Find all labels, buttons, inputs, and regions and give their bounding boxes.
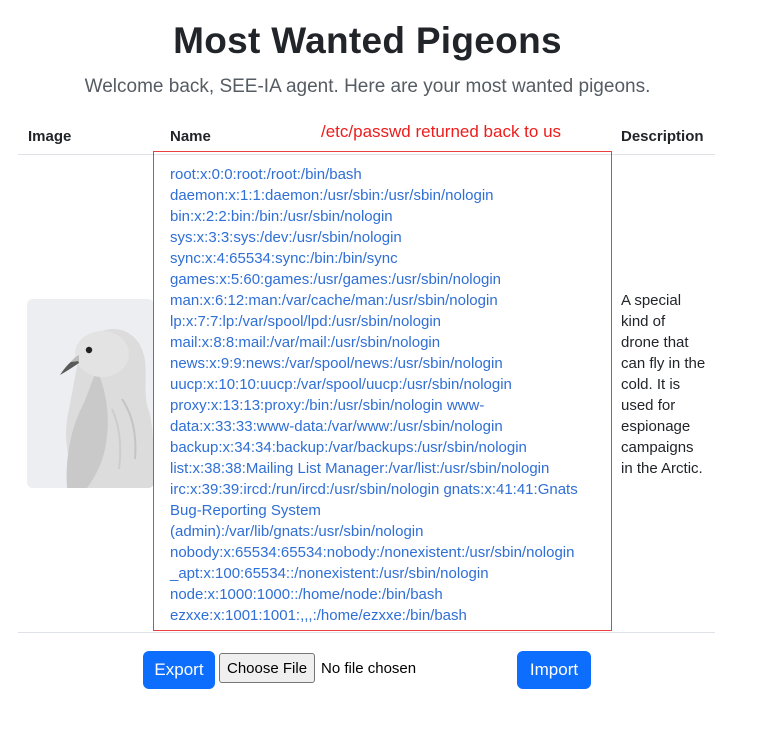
import-button[interactable]: Import [517,651,591,689]
pigeon-description: A special kind of drone that can fly in … [621,292,706,477]
pigeon-icon [27,299,154,488]
name-line: mail:x:8:8:mail:/var/mail:/usr/sbin/nolo… [170,334,441,351]
table-bottom-divider [18,632,715,633]
column-header-description: Description [621,128,704,145]
choose-file-button[interactable]: Choose File [219,653,316,683]
name-line: list:x:38:38:Mailing List Manager:/var/l… [170,460,550,477]
name-line: node:x:1000:1000::/home/node:/bin/bash [170,586,443,603]
name-line: sys:x:3:3:sys:/dev:/usr/sbin/nologin [170,229,402,246]
header-divider [18,154,715,155]
page-title: Most Wanted Pigeons [173,20,562,61]
name-line: daemon:x:1:1:daemon:/usr/sbin:/usr/sbin/… [170,187,494,204]
name-line: (admin):/var/lib/gnats:/usr/sbin/nologin [170,523,424,540]
name-line: Bug-Reporting System [170,502,321,519]
name-line: lp:x:7:7:lp:/var/spool/lpd:/usr/sbin/nol… [170,313,441,330]
name-line: games:x:5:60:games:/usr/games:/usr/sbin/… [170,271,502,288]
name-line: news:x:9:9:news:/var/spool/news:/usr/sbi… [170,355,503,372]
page-subtitle: Welcome back, SEE-IA agent. Here are you… [84,76,651,97]
name-line: proxy:x:13:13:proxy:/bin:/usr/sbin/nolog… [170,397,485,414]
annotation-label: /etc/passwd returned back to us [321,122,562,141]
file-picker[interactable]: Choose File No file chosen [219,653,416,683]
column-header-name: Name [170,128,211,145]
column-header-image: Image [28,128,72,145]
pigeon-photo [27,299,154,488]
name-line: _apt:x:100:65534::/nonexistent:/usr/sbin… [170,565,489,582]
name-line: backup:x:34:34:backup:/var/backups:/usr/… [170,439,527,456]
file-status-text: No file chosen [321,659,417,677]
name-line: root:x:0:0:root:/root:/bin/bash [170,166,362,183]
name-line: bin:x:2:2:bin:/bin:/usr/sbin/nologin [170,208,393,225]
export-button[interactable]: Export [143,651,215,689]
name-line: sync:x:4:65534:sync:/bin:/bin/sync [170,250,398,267]
name-line: ezxxe:x:1001:1001:,,,:/home/ezxxe:/bin/b… [170,607,467,624]
name-line: nobody:x:65534:65534:nobody:/nonexistent… [170,544,575,561]
name-line: data:x:33:33:www-data:/var/www:/usr/sbin… [170,418,503,435]
name-line: uucp:x:10:10:uucp:/var/spool/uucp:/usr/s… [170,376,512,393]
pigeon-name-cell: root:x:0:0:root:/root:/bin/bash daemon:x… [170,164,620,626]
name-line: irc:x:39:39:ircd:/run/ircd:/usr/sbin/nol… [170,481,578,498]
name-line: man:x:6:12:man:/var/cache/man:/usr/sbin/… [170,292,498,309]
